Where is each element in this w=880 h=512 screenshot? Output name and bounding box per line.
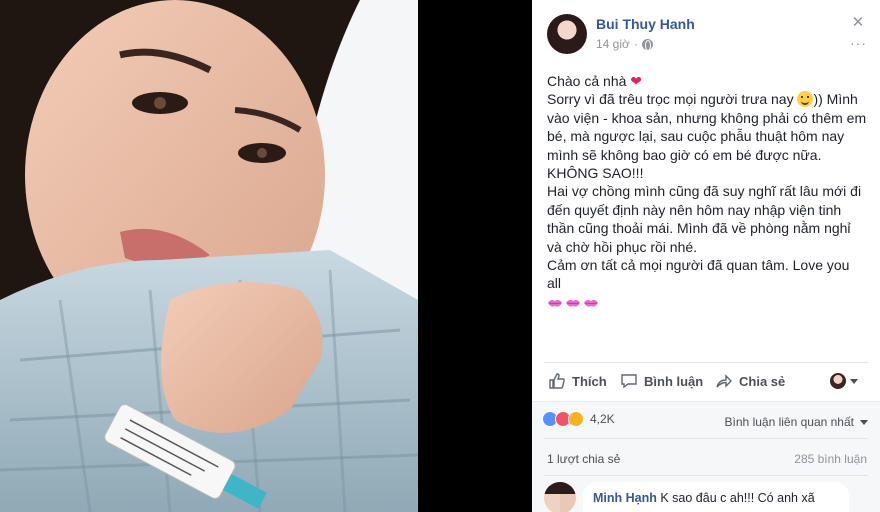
like-label: Thích: [572, 373, 607, 389]
commenter-name[interactable]: Minh Hạnh: [593, 491, 657, 505]
dot-separator: ·: [633, 37, 638, 51]
post-line-decision: Hai vợ chồng mình cũng đã suy nghĩ rất l…: [547, 183, 862, 255]
viewer-selector[interactable]: [830, 373, 858, 389]
sort-label: Bình luận liên quan nhất: [724, 415, 854, 429]
post-time[interactable]: 14 giờ: [596, 37, 630, 51]
post-line-thanks: Cảm ơn tất cả mọi người đã quan tâm. Lov…: [547, 257, 850, 292]
post-body: Chào cả nhà ❤ Sorry vì đã trêu trọc mọi …: [547, 72, 867, 312]
sad-reaction-icon: [568, 411, 584, 427]
kiss-emoji-row: [547, 294, 867, 312]
comment-bubble: Minh Hạnh K sao đâu c ah!!! Có anh xã: [583, 482, 849, 512]
share-arrow-icon: [716, 374, 732, 388]
comment-count[interactable]: 285 bình luận: [794, 452, 867, 466]
reaction-count: 4,2K: [590, 412, 615, 426]
divider: [544, 362, 868, 363]
share-button[interactable]: Chia sẻ: [715, 372, 785, 390]
kiss-lips-icon: [584, 299, 598, 307]
post-actions: Thích Bình luận Chia sẻ: [532, 364, 880, 398]
sorry-text: Sorry vì đã trêu trọc mọi người trưa nay: [547, 91, 794, 108]
comment-text: K sao đâu c ah!!! Có anh xã: [660, 491, 815, 505]
close-icon[interactable]: ✕: [850, 15, 866, 31]
share-label: Chia sẻ: [739, 373, 786, 389]
chevron-down-icon: [860, 419, 868, 425]
globe-icon: [641, 38, 653, 51]
like-button[interactable]: Thích: [548, 372, 607, 390]
greeting-text: Chào cả nhà: [547, 73, 627, 89]
post-photo[interactable]: [0, 0, 418, 512]
post-line-khong-sao: KHÔNG SAO!!!: [547, 165, 644, 182]
comment-button[interactable]: Bình luận: [620, 372, 703, 390]
comment-icon: [621, 374, 637, 389]
heart-icon: ❤: [630, 73, 643, 89]
comment-sort-dropdown[interactable]: Bình luận liên quan nhất: [725, 415, 868, 429]
theater-background: [418, 0, 532, 512]
post-panel: Bui Thuy Hanh 14 giờ · ✕ ··· Chào cả nhà…: [532, 0, 880, 512]
author-avatar[interactable]: [547, 14, 587, 54]
more-options-icon[interactable]: ···: [850, 36, 866, 50]
smile-emoji-icon: [797, 91, 814, 108]
post-meta: 14 giờ ·: [596, 37, 653, 51]
chevron-down-icon: [850, 378, 858, 384]
divider: [544, 438, 868, 439]
reactions-area: 4,2K Bình luận liên quan nhất 1 lượt chi…: [532, 401, 880, 512]
photo-illustration: [0, 0, 418, 512]
reaction-summary[interactable]: 4,2K: [542, 411, 615, 427]
post-line-sorry: Sorry vì đã trêu trọc mọi người trưa nay…: [547, 90, 867, 164]
author-name[interactable]: Bui Thuy Hanh: [596, 16, 695, 32]
post-line-greeting: Chào cả nhà ❤: [547, 72, 867, 90]
comment-label: Bình luận: [644, 373, 704, 389]
share-count[interactable]: 1 lượt chia sẻ: [547, 452, 620, 466]
kiss-lips-icon: [566, 299, 580, 307]
divider: [544, 475, 868, 476]
kiss-lips-icon: [548, 299, 562, 307]
thumbs-up-icon: [549, 373, 565, 389]
viewer-avatar: [830, 373, 846, 389]
commenter-avatar[interactable]: [544, 482, 576, 512]
post-header: Bui Thuy Hanh 14 giờ · ✕ ···: [532, 0, 880, 62]
